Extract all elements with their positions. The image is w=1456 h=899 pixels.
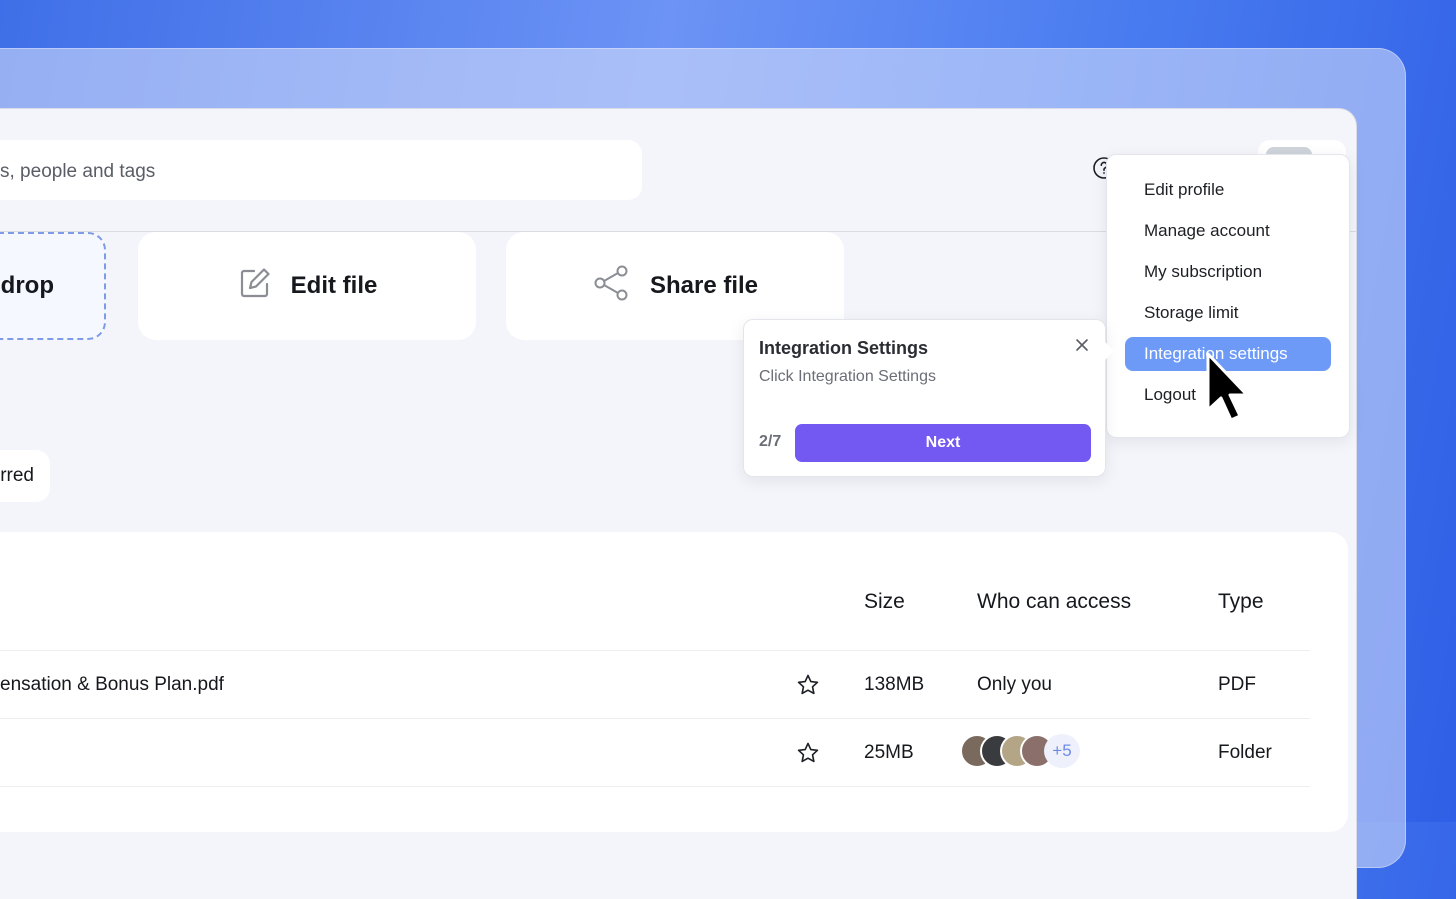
tour-title: Integration Settings — [759, 338, 929, 358]
edit-icon — [237, 265, 273, 308]
tour-next-button[interactable]: Next — [795, 424, 1091, 462]
edit-file-label: Edit file — [290, 272, 378, 299]
share-file-label: Share file — [649, 272, 759, 299]
row-divider — [0, 786, 1310, 787]
file-name[interactable]: ensation & Bonus Plan.pdf — [0, 674, 224, 696]
drag-drop-upload-area[interactable]: drop — [0, 232, 106, 340]
column-size[interactable]: Size — [864, 590, 905, 614]
row-divider — [0, 718, 1310, 719]
drop-label: drop — [0, 272, 54, 299]
tour-subtitle: Click Integration Settings — [759, 368, 936, 385]
search-bar[interactable] — [0, 140, 642, 200]
row-divider — [0, 650, 1310, 651]
file-size: 25MB — [864, 742, 914, 763]
search-input[interactable] — [0, 158, 602, 186]
menu-item-storage-limit[interactable]: Storage limit — [1125, 296, 1331, 330]
shared-avatars[interactable]: +5 — [960, 734, 1100, 770]
column-access[interactable]: Who can access — [977, 590, 1131, 614]
file-type: PDF — [1218, 674, 1256, 695]
file-size: 138MB — [864, 674, 925, 695]
column-type[interactable]: Type — [1218, 590, 1264, 614]
file-type: Folder — [1218, 742, 1272, 763]
menu-item-my-subscription[interactable]: My subscription — [1125, 255, 1331, 289]
tour-step-counter: 2/7 — [759, 433, 782, 450]
star-icon[interactable] — [795, 740, 821, 766]
menu-item-logout[interactable]: Logout — [1125, 378, 1331, 412]
tooltip-arrow — [1105, 342, 1114, 360]
filter-starred-label: rred — [0, 465, 34, 486]
file-access: Only you — [977, 674, 1052, 695]
star-icon[interactable] — [795, 672, 821, 698]
tour-tooltip: Integration Settings Click Integration S… — [743, 319, 1114, 477]
account-dropdown-menu: Edit profile Manage account My subscript… — [1106, 154, 1350, 438]
files-table: Size Who can access Type ensation & Bonu… — [0, 532, 1348, 832]
menu-item-manage-account[interactable]: Manage account — [1125, 214, 1331, 248]
more-count-badge: +5 — [1044, 734, 1080, 768]
menu-item-integration-settings[interactable]: Integration settings — [1125, 337, 1331, 371]
edit-file-button[interactable]: Edit file — [138, 232, 476, 340]
menu-item-edit-profile[interactable]: Edit profile — [1125, 173, 1331, 207]
filter-starred[interactable]: rred — [0, 450, 50, 502]
share-icon — [592, 263, 632, 310]
close-icon[interactable] — [1073, 336, 1091, 354]
